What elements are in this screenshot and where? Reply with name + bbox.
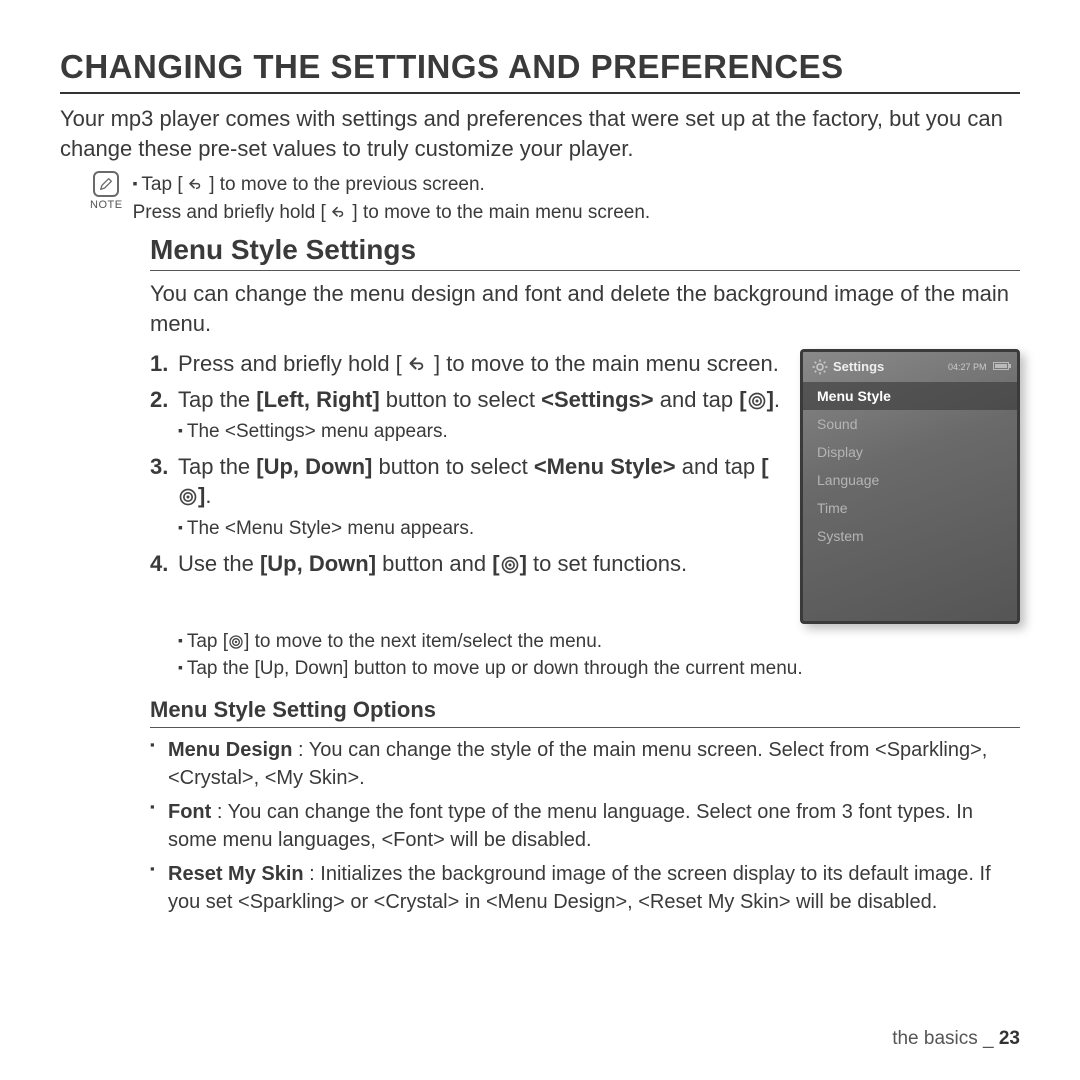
intro-paragraph: Your mp3 player comes with settings and … — [60, 104, 1020, 163]
step-2: 2. Tap the [Left, Right] button to selec… — [150, 385, 782, 446]
step-3: 3. Tap the [Up, Down] button to select <… — [150, 452, 782, 543]
device-time: 04:27 PM — [948, 362, 987, 372]
target-icon — [228, 634, 244, 650]
device-menu-item: Display — [803, 438, 1017, 466]
target-icon — [500, 555, 520, 575]
step-2-sub: The <Settings> menu appears. — [178, 418, 782, 446]
step-3-sub: The <Menu Style> menu appears. — [178, 515, 782, 543]
option-reset-my-skin: Reset My Skin : Initializes the backgrou… — [150, 860, 1020, 916]
device-screenshot: Settings 04:27 PM Menu StyleSoundDisplay… — [800, 349, 1020, 624]
page-title: CHANGING THE SETTINGS AND PREFERENCES — [60, 48, 1020, 94]
gear-icon: Settings — [811, 358, 884, 376]
section-title: Menu Style Settings — [150, 234, 1020, 271]
note-block: NOTE Tap [ ] to move to the previous scr… — [90, 171, 1020, 226]
battery-icon — [993, 362, 1009, 370]
pencil-icon — [93, 171, 119, 197]
note-line1-a: Tap [ — [141, 174, 182, 195]
step-4-sub1: Tap [] to move to the next item/select t… — [178, 628, 1020, 656]
note-line2-a: Press and briefly hold [ — [133, 202, 326, 223]
back-arrow-icon — [331, 205, 347, 221]
device-menu-item: Language — [803, 466, 1017, 494]
page-footer: the basics _ 23 — [892, 1028, 1020, 1050]
option-menu-design: Menu Design : You can change the style o… — [150, 736, 1020, 792]
target-icon — [747, 391, 767, 411]
target-icon — [178, 487, 198, 507]
note-line1-b: ] to move to the previous screen. — [209, 174, 485, 195]
note-line2-b: ] to move to the main menu screen. — [352, 202, 650, 223]
device-menu-item: Time — [803, 494, 1017, 522]
device-menu-item: Menu Style — [803, 382, 1017, 410]
device-menu-item: Sound — [803, 410, 1017, 438]
back-arrow-icon — [188, 177, 204, 193]
back-arrow-icon — [408, 355, 428, 375]
note-label: NOTE — [90, 199, 123, 211]
step-4: 4. Use the [Up, Down] button and [] to s… — [150, 549, 782, 579]
options-subtitle: Menu Style Setting Options — [150, 697, 1020, 728]
step-1: 1. Press and briefly hold [ ] to move to… — [150, 349, 782, 379]
device-menu-item: System — [803, 522, 1017, 550]
option-font: Font : You can change the font type of t… — [150, 798, 1020, 854]
device-screen-title: Settings — [833, 359, 884, 374]
section-intro: You can change the menu design and font … — [150, 279, 1020, 338]
step-4-sub2: Tap the [Up, Down] button to move up or … — [178, 655, 1020, 683]
